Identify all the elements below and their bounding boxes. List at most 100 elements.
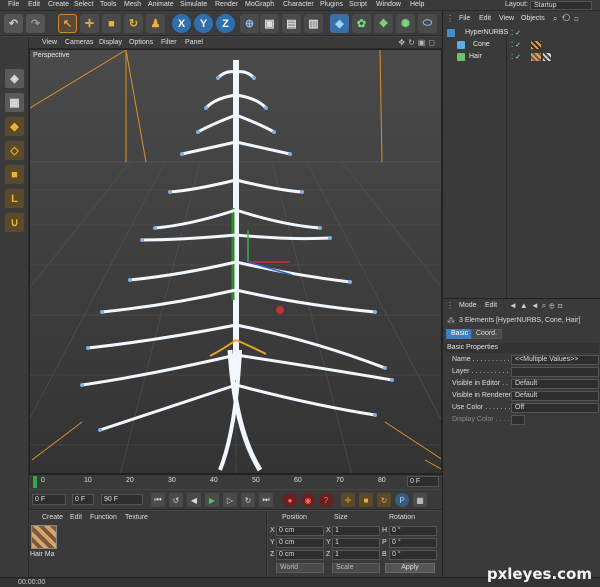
model-mode-icon[interactable]: ◈ (5, 69, 24, 88)
panel-grip-icon[interactable]: ⋮ (446, 14, 454, 23)
menu-tools[interactable]: Tools (100, 1, 116, 8)
deformer-icon[interactable]: ✺ (396, 14, 415, 33)
prop-display-color-swatch[interactable] (511, 415, 525, 425)
parameter-key-icon[interactable]: P (395, 493, 409, 507)
am-nav-icons[interactable]: ◄▲◄⌕⊕⊡ (509, 301, 566, 311)
om-menu-file[interactable]: File (459, 15, 470, 22)
viewport-nav-icons[interactable]: ✥↻▣◻ (398, 38, 438, 47)
prop-visible-editor-select[interactable]: Default (511, 379, 599, 389)
perspective-viewport[interactable]: Perspective (29, 49, 442, 474)
edges-mode-icon[interactable]: ◇ (5, 141, 24, 160)
menu-file[interactable]: File (8, 1, 19, 8)
panel-grip-icon[interactable]: ⋮ (446, 301, 454, 310)
prop-visible-renderer-select[interactable]: Default (511, 391, 599, 401)
position-x-field[interactable]: 0 cm (276, 526, 324, 536)
recent-tools-icon[interactable]: ♟ (146, 14, 165, 33)
world-coordinates-icon[interactable]: ⊕ (240, 14, 259, 33)
y-axis-lock-button[interactable]: Y (194, 14, 213, 33)
timeline-end-frame-field[interactable]: 0 F (407, 476, 439, 487)
om-menu-edit[interactable]: Edit (479, 15, 491, 22)
material-tag-icon[interactable] (531, 53, 541, 61)
goto-start-icon[interactable]: ⏮ (151, 493, 165, 507)
autokey-icon[interactable]: ◉ (301, 493, 315, 507)
menu-plugins[interactable]: Plugins (320, 1, 343, 8)
menu-window[interactable]: Window (376, 1, 401, 8)
point-level-key-icon[interactable]: ▦ (413, 493, 427, 507)
rotate-tool-icon[interactable]: ↻ (124, 14, 143, 33)
prop-name-field[interactable]: <<Multiple Values>> (511, 355, 599, 365)
rotation-b-field[interactable]: 0 ° (389, 550, 437, 560)
position-z-field[interactable]: 0 cm (276, 550, 324, 560)
size-y-field[interactable]: 1 (332, 538, 380, 548)
visibility-dots-icon[interactable]: ⁚ ✓ (511, 29, 521, 37)
texture-mode-icon[interactable]: ▦ (5, 93, 24, 112)
menu-script[interactable]: Script (349, 1, 367, 8)
mat-menu-edit[interactable]: Edit (70, 514, 82, 521)
mat-menu-function[interactable]: Function (90, 514, 117, 521)
goto-end-icon[interactable]: ⏭ (259, 493, 273, 507)
object-row-hypernurbs[interactable]: HyperNURBS ⁚ ✓ (445, 28, 599, 39)
vp-menu-filter[interactable]: Filter (161, 39, 177, 46)
am-menu-mode[interactable]: Mode (459, 302, 477, 309)
apply-button[interactable]: Apply (385, 563, 435, 573)
hair-material-swatch[interactable] (31, 525, 57, 549)
om-menu-view[interactable]: View (499, 15, 514, 22)
position-key-icon[interactable]: ✛ (341, 493, 355, 507)
object-row-cone[interactable]: Cone ⁚ ✓ (445, 40, 599, 51)
next-frame-icon[interactable]: ▷ (223, 493, 237, 507)
visibility-dots-icon[interactable]: ⁚ ✓ (511, 53, 521, 61)
position-y-field[interactable]: 0 cm (276, 538, 324, 548)
move-tool-icon[interactable]: ✛ (80, 14, 99, 33)
array-icon[interactable]: ❖ (374, 14, 393, 33)
points-mode-icon[interactable]: ◆ (5, 117, 24, 136)
next-key-icon[interactable]: ↻ (241, 493, 255, 507)
menu-mograph[interactable]: MoGraph (245, 1, 274, 8)
om-menu-objects[interactable]: Objects (521, 15, 545, 22)
generator-icon[interactable]: ✿ (352, 14, 371, 33)
visibility-dots-icon[interactable]: ⁚ ✓ (511, 41, 521, 49)
keyframe-selection-icon[interactable]: ? (319, 493, 333, 507)
mat-menu-create[interactable]: Create (42, 514, 63, 521)
scale-tool-icon[interactable]: ■ (102, 14, 121, 33)
prop-use-color-select[interactable]: Off (511, 403, 599, 413)
selection-tool-icon[interactable]: ↖ (58, 14, 77, 33)
layout-select[interactable]: Startup (530, 1, 592, 10)
menu-animate[interactable]: Animate (148, 1, 174, 8)
timeline-ruler[interactable]: 0 10 20 30 40 50 60 70 80 90 0 F (29, 474, 442, 489)
max-frame-field[interactable]: 90 F (101, 494, 143, 505)
render-settings-icon[interactable]: ▥ (304, 14, 323, 33)
vp-menu-panel[interactable]: Panel (185, 39, 203, 46)
hair-tag-icon[interactable] (543, 53, 551, 61)
menu-create[interactable]: Create (48, 1, 69, 8)
vp-menu-options[interactable]: Options (129, 39, 153, 46)
size-mode-select[interactable]: Scale (332, 563, 380, 573)
menu-character[interactable]: Character (283, 1, 314, 8)
coordinate-mode-select[interactable]: World (276, 563, 324, 573)
menu-simulate[interactable]: Simulate (180, 1, 207, 8)
menu-render[interactable]: Render (215, 1, 238, 8)
object-row-hair[interactable]: Hair ⁚ ✓ (445, 52, 599, 63)
phong-tag-icon[interactable] (531, 41, 541, 49)
z-axis-lock-button[interactable]: Z (216, 14, 235, 33)
tab-basic[interactable]: Basic (446, 329, 474, 339)
rotation-p-field[interactable]: 0 ° (389, 538, 437, 548)
rotation-h-field[interactable]: 0 ° (389, 526, 437, 536)
mat-menu-texture[interactable]: Texture (125, 514, 148, 521)
scene-icon[interactable]: ⬭ (418, 14, 437, 33)
menu-mesh[interactable]: Mesh (124, 1, 141, 8)
vp-menu-display[interactable]: Display (99, 39, 122, 46)
tab-coord[interactable]: Coord. (471, 329, 503, 339)
x-axis-lock-button[interactable]: X (172, 14, 191, 33)
current-frame-field[interactable]: 0 F (32, 494, 66, 505)
polygons-mode-icon[interactable]: ■ (5, 165, 24, 184)
render-picture-viewer-icon[interactable]: ▤ (282, 14, 301, 33)
min-frame-field[interactable]: 0 F (72, 494, 94, 505)
am-menu-edit[interactable]: Edit (485, 302, 497, 309)
scale-key-icon[interactable]: ■ (359, 493, 373, 507)
prev-key-icon[interactable]: ↺ (169, 493, 183, 507)
size-z-field[interactable]: 1 (332, 550, 380, 560)
undo-icon[interactable]: ↶ (4, 14, 23, 33)
menu-edit[interactable]: Edit (28, 1, 40, 8)
om-toolbar-icons[interactable]: ⌕⟲◻ (553, 14, 583, 24)
vp-menu-view[interactable]: View (42, 39, 57, 46)
